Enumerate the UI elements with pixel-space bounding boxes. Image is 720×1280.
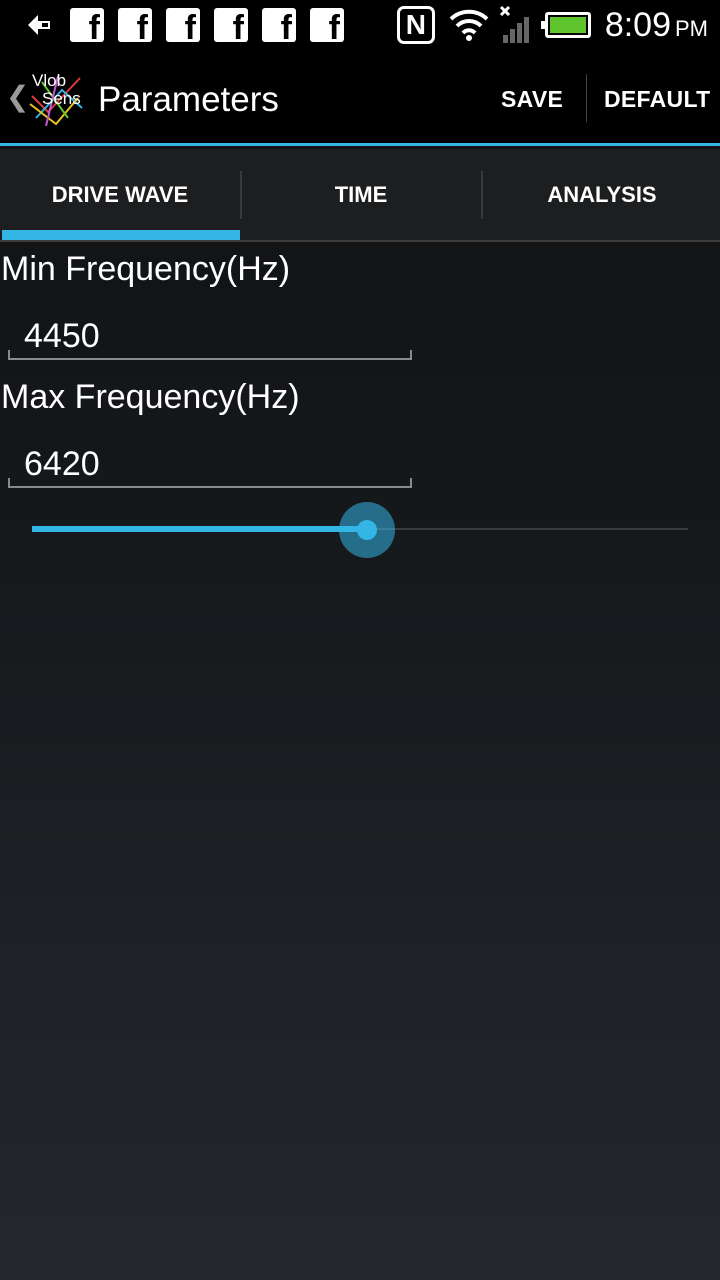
facebook-icon: f: [214, 8, 248, 42]
wifi-icon: [449, 5, 489, 45]
battery-icon: [540, 12, 591, 38]
max-frequency-input[interactable]: 6420: [8, 444, 412, 488]
back-chevron-icon[interactable]: ❮: [6, 80, 29, 113]
facebook-icon: f: [118, 8, 152, 42]
slider-thumb[interactable]: [357, 520, 377, 540]
max-frequency-label: Max Frequency(Hz): [1, 378, 300, 416]
tab-bar: DRIVE WAVE TIME ANALYSIS: [0, 149, 720, 242]
action-bar: ❮ Vlob Sens Parameters SAVE DEFAULT: [0, 50, 720, 146]
page-title: Parameters: [98, 80, 279, 119]
tab-time[interactable]: TIME: [241, 149, 481, 240]
logo-text-bottom: Sens: [42, 89, 81, 108]
frequency-slider[interactable]: [32, 500, 688, 560]
clock-ampm: PM: [675, 15, 708, 41]
action-divider: [586, 74, 587, 122]
battery-level: [549, 17, 586, 33]
facebook-icon: f: [310, 8, 344, 42]
clock-time: 8:09: [604, 5, 671, 44]
signal-icon: [499, 5, 533, 45]
tab-analysis[interactable]: ANALYSIS: [482, 149, 720, 240]
usb-debug-icon: [22, 6, 56, 44]
tab-selected-indicator: [2, 230, 240, 240]
app-logo-icon[interactable]: Vlob Sens: [28, 68, 86, 128]
min-frequency-input[interactable]: 4450: [8, 316, 412, 360]
min-frequency-label: Min Frequency(Hz): [1, 250, 291, 288]
facebook-icon: f: [70, 8, 104, 42]
slider-fill: [32, 526, 367, 532]
tab-drive-wave[interactable]: DRIVE WAVE: [0, 149, 240, 240]
facebook-icon: f: [166, 8, 200, 42]
status-bar: f f f f f f N 8:09 PM: [0, 0, 720, 50]
default-button[interactable]: DEFAULT: [604, 86, 710, 113]
system-icons: N 8:09 PM: [396, 0, 708, 50]
clock: 8:09 PM: [605, 6, 708, 45]
nfc-icon: N: [396, 6, 435, 44]
logo-text-top: Vlob: [32, 71, 66, 90]
save-button[interactable]: SAVE: [501, 86, 563, 113]
facebook-icon: f: [262, 8, 296, 42]
notification-icons: f f f f f f: [22, 6, 344, 44]
